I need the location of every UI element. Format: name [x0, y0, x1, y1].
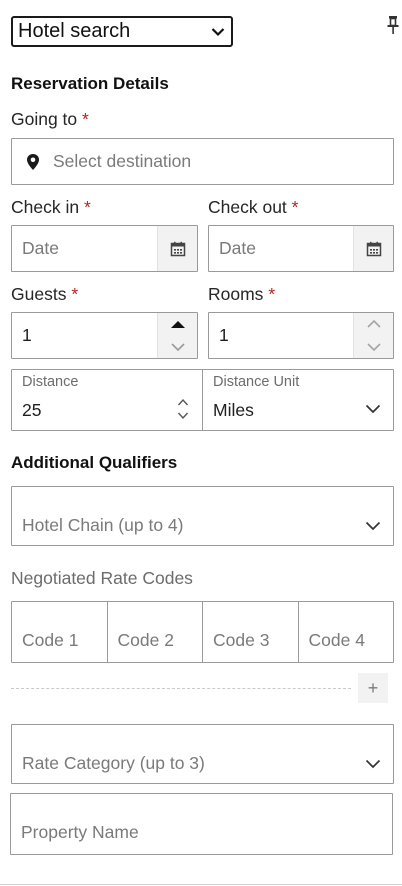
guests-stepper[interactable]: 1 [11, 312, 198, 359]
check-in-input[interactable]: Date [11, 225, 198, 272]
rate-codes-label: Negotiated Rate Codes [11, 568, 193, 588]
rate-category-select[interactable]: Rate Category (up to 3) [11, 724, 394, 784]
search-type-select[interactable]: Hotel search [11, 16, 233, 47]
chevron-down-icon [211, 27, 225, 36]
distance-label: Distance [22, 374, 79, 390]
rate-code-3-input[interactable]: Code 3 [203, 602, 299, 662]
plus-icon: + [367, 677, 379, 698]
rate-codes-divider [11, 688, 351, 689]
required-marker: * [82, 109, 89, 129]
additional-qualifiers-title: Additional Qualifiers [11, 453, 178, 472]
distance-unit-select[interactable]: Distance Unit Miles [203, 370, 393, 430]
chevron-down-icon [365, 404, 381, 414]
calendar-icon [366, 241, 381, 256]
search-type-value: Hotel search [18, 20, 131, 42]
required-marker: * [291, 197, 299, 217]
required-marker: * [268, 284, 276, 304]
property-name-placeholder: Property Name [21, 822, 139, 842]
destination-placeholder: Select destination [53, 151, 192, 171]
rooms-stepper[interactable]: 1 [208, 312, 394, 359]
required-marker: * [83, 197, 91, 217]
hotel-chain-select[interactable]: Hotel Chain (up to 4) [11, 486, 394, 546]
chevron-down-icon [170, 343, 185, 351]
distance-group: Distance 25 Distance Unit Miles [11, 369, 394, 431]
guests-decrement-button[interactable] [158, 336, 197, 359]
map-marker-icon [27, 153, 39, 170]
distance-unit-label: Distance Unit [213, 374, 300, 390]
rate-code-2-input[interactable]: Code 2 [108, 602, 203, 662]
spinner-icon[interactable] [177, 397, 189, 421]
property-name-input[interactable]: Property Name [10, 793, 393, 855]
chevron-down-icon [365, 759, 381, 769]
check-in-calendar-button[interactable] [157, 226, 197, 271]
bottom-divider [0, 884, 402, 885]
required-marker: * [71, 284, 79, 304]
rooms-value: 1 [219, 325, 229, 345]
reservation-details-title: Reservation Details [11, 74, 169, 93]
chevron-up-icon [366, 320, 381, 328]
check-out-placeholder: Date [219, 238, 256, 258]
add-rate-code-button[interactable]: + [358, 673, 388, 703]
chevron-down-icon [365, 521, 381, 531]
hotel-chain-placeholder: Hotel Chain (up to 4) [22, 515, 184, 535]
going-to-label: Going to * [11, 109, 89, 129]
calendar-icon [170, 241, 185, 256]
triangle-up-icon [170, 320, 185, 328]
check-out-calendar-button[interactable] [353, 226, 393, 271]
chevron-down-icon [366, 343, 381, 351]
rooms-decrement-button[interactable] [354, 336, 393, 359]
rate-code-4-input[interactable]: Code 4 [299, 602, 394, 662]
rate-codes-group: Code 1 Code 2 Code 3 Code 4 [11, 601, 394, 663]
rooms-increment-button[interactable] [354, 313, 393, 336]
check-out-label: Check out * [208, 197, 299, 217]
guests-increment-button[interactable] [158, 313, 197, 336]
rate-code-1-input[interactable]: Code 1 [12, 602, 108, 662]
pin-icon[interactable] [386, 14, 400, 36]
check-out-input[interactable]: Date [208, 225, 394, 272]
distance-input[interactable]: Distance 25 [12, 370, 203, 430]
destination-input[interactable]: Select destination [11, 138, 394, 185]
guests-value: 1 [22, 325, 32, 345]
check-in-label: Check in * [11, 197, 91, 217]
distance-unit-value: Miles [213, 400, 254, 420]
distance-value: 25 [22, 400, 42, 420]
guests-label: Guests * [11, 284, 79, 304]
rooms-label: Rooms * [208, 284, 276, 304]
check-in-placeholder: Date [22, 238, 59, 258]
rate-category-placeholder: Rate Category (up to 3) [22, 753, 205, 773]
